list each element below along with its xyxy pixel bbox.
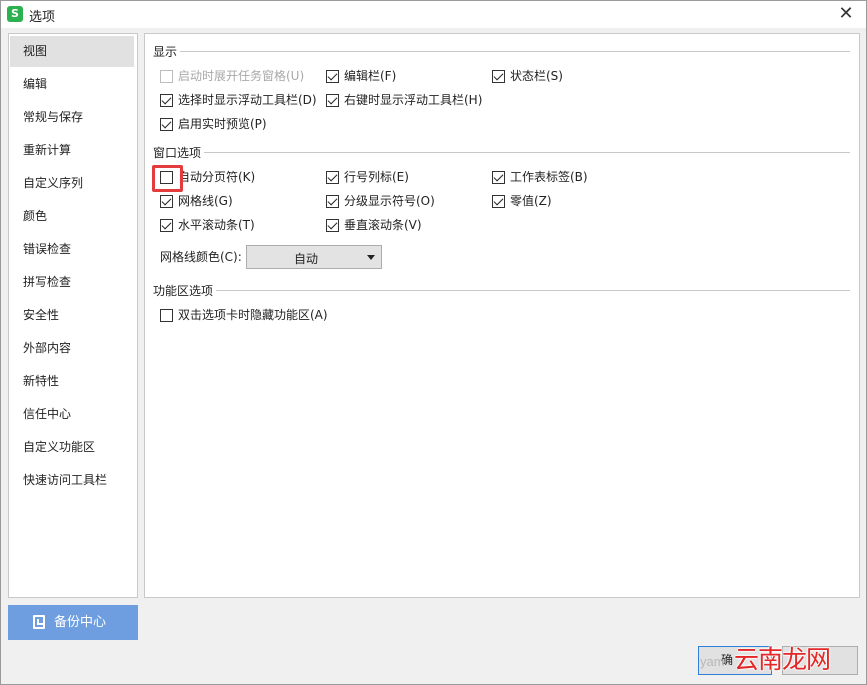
sidebar-item-general-save[interactable]: 常规与保存 [10,102,134,133]
backup-center-button[interactable]: 备份中心 [8,605,138,640]
checkbox-checked [326,195,339,208]
checkbox-checked [326,219,339,232]
close-button[interactable]: ✕ [834,2,858,26]
sidebar-item-quick-access-toolbar[interactable]: 快速访问工具栏 [10,465,134,496]
sidebar-item-custom-lists[interactable]: 自定义序列 [10,168,134,199]
sidebar-item-view[interactable]: 视图 [10,36,134,67]
red-highlight-box [152,165,183,192]
sidebar-item-spelling[interactable]: 拼写检查 [10,267,134,298]
backup-icon [33,615,45,629]
backup-center-label: 备份中心 [54,615,107,630]
options-sidebar: 视图 编辑 常规与保存 重新计算 自定义序列 颜色 错误检查 拼写检查 安全性 … [8,33,138,598]
checkbox-checked [160,195,173,208]
sidebar-item-external-content[interactable]: 外部内容 [10,333,134,364]
sidebar-item-recalculate[interactable]: 重新计算 [10,135,134,166]
options-content-panel: 显示 启动时展开任务窗格(U) 编辑栏(F) 状态栏(S) 选择时显示浮动工具栏… [144,33,860,598]
dropdown-value: 自动 [293,252,318,266]
checkbox-checked [326,171,339,184]
section-divider [153,152,850,153]
checkbox-checked [160,118,173,131]
checkbox-checked [160,94,173,107]
watermark-small-text: yam [700,654,725,669]
checkbox-checked [326,70,339,83]
gridline-color-label: 网格线颜色(C): [160,250,242,264]
checkbox [160,309,173,322]
sidebar-item-error-checking[interactable]: 错误检查 [10,234,134,265]
sidebar-item-edit[interactable]: 编辑 [10,69,134,100]
sidebar-item-customize-ribbon[interactable]: 自定义功能区 [10,432,134,463]
watermark-logo-text: 云南龙网 [734,645,831,674]
close-icon: ✕ [838,3,854,24]
sidebar-item-colors[interactable]: 颜色 [10,201,134,232]
checkbox-checked [326,94,339,107]
wps-spreadsheet-icon: S [7,6,23,22]
checkbox-checked [160,219,173,232]
checkbox-checked [492,195,505,208]
checkbox-checked [492,171,505,184]
section-divider [153,51,850,52]
checkbox [160,70,173,83]
sidebar-item-security[interactable]: 安全性 [10,300,134,331]
gridline-color-dropdown[interactable]: 自动 [246,245,382,269]
options-dialog: S 选项 ✕ 视图 编辑 常规与保存 重新计算 自定义序列 颜色 错误检查 拼写… [0,0,867,685]
dialog-title: 选项 [29,10,56,25]
section-title-window-options: 窗口选项 [153,144,205,161]
section-divider [153,290,850,291]
section-title-display: 显示 [153,43,181,60]
title-bar: S 选项 ✕ [1,1,866,28]
chevron-down-icon [367,255,375,260]
section-title-ribbon-options: 功能区选项 [153,282,217,299]
checkbox-checked [492,70,505,83]
sidebar-item-new-features[interactable]: 新特性 [10,366,134,397]
sidebar-item-trust-center[interactable]: 信任中心 [10,399,134,430]
